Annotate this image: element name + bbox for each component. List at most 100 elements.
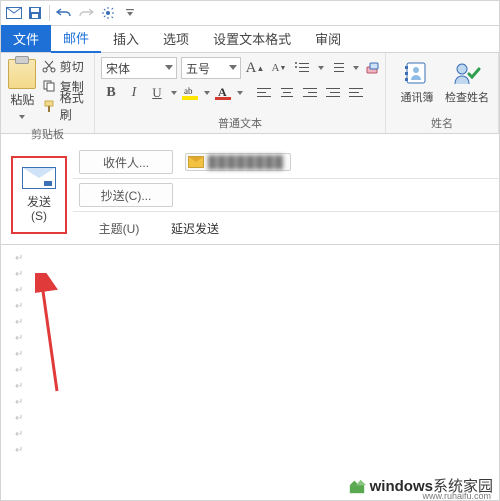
chevron-down-icon[interactable] — [203, 86, 210, 100]
bold-button[interactable]: B — [101, 83, 121, 103]
format-painter-icon — [42, 99, 56, 113]
undo-icon[interactable] — [54, 3, 74, 23]
eraser-icon — [365, 61, 381, 75]
align-center-icon — [280, 86, 296, 100]
envelope-send-icon — [22, 167, 56, 189]
paragraph-mark: ↵ — [15, 347, 485, 363]
mail-body[interactable]: ↵ ↵ ↵ ↵ ↵ ↵ ↵ ↵ ↵ ↵ ↵ ↵ ↵ — [1, 245, 499, 477]
paragraph-mark: ↵ — [15, 299, 485, 315]
tab-options[interactable]: 选项 — [151, 25, 201, 52]
group-clipboard: 粘贴 剪切 复制 — [1, 53, 95, 133]
italic-button[interactable]: I — [124, 83, 144, 103]
tab-file[interactable]: 文件 — [1, 25, 51, 52]
clear-formatting-button[interactable] — [363, 58, 383, 78]
font-color-icon — [215, 86, 231, 100]
numbering-icon — [330, 61, 346, 75]
paragraph-mark: ↵ — [15, 251, 485, 267]
paragraph-mark: ↵ — [15, 315, 485, 331]
address-book-label: 通讯簿 — [401, 89, 434, 105]
grow-font-button[interactable]: A▲ — [245, 58, 265, 78]
group-clipboard-label: 剪贴板 — [7, 124, 88, 144]
cut-button[interactable]: 剪切 — [42, 57, 88, 75]
decrease-indent-button[interactable] — [324, 83, 344, 103]
to-field[interactable]: ████████ — [179, 146, 499, 178]
group-names: 通讯簿 检查姓名 姓名 — [386, 53, 499, 133]
to-button[interactable]: 收件人... — [79, 150, 173, 174]
align-left-icon — [257, 86, 273, 100]
format-painter-label: 格式刷 — [60, 89, 88, 123]
paragraph-mark: ↵ — [15, 363, 485, 379]
paragraph-mark: ↵ — [15, 379, 485, 395]
subject-label: 主题(U) — [73, 212, 165, 244]
send-label: 发送(S) — [27, 195, 51, 223]
send-button[interactable]: 发送(S) — [11, 156, 67, 234]
increase-indent-icon — [349, 86, 365, 100]
tab-mail[interactable]: 邮件 — [51, 24, 101, 53]
chevron-down-icon[interactable] — [317, 61, 324, 75]
ribbon: 粘贴 剪切 复制 — [1, 53, 499, 134]
envelope-icon — [188, 156, 204, 168]
paragraph-mark: ↵ — [15, 283, 485, 299]
font-color-button[interactable] — [213, 83, 233, 103]
paragraph-mark: ↵ — [15, 331, 485, 347]
group-names-label: 姓名 — [392, 113, 492, 133]
highlight-icon — [182, 86, 198, 100]
underline-button[interactable]: U — [147, 83, 167, 103]
check-names-label: 检查姓名 — [445, 89, 489, 105]
paste-icon — [8, 59, 36, 89]
cut-label: 剪切 — [60, 58, 84, 75]
watermark-logo-icon — [348, 477, 366, 495]
align-center-button[interactable] — [278, 83, 298, 103]
font-size-combo[interactable]: 五号 — [181, 57, 241, 79]
subject-field[interactable]: 延迟发送 — [165, 212, 499, 244]
chevron-down-icon[interactable] — [236, 86, 243, 100]
watermark-url: www.ruhaifu.com — [422, 491, 491, 501]
chevron-down-icon[interactable] — [170, 86, 177, 100]
mail-header: 发送(S) 收件人... ████████ 抄送(C)... 主题(U) 延迟发… — [1, 146, 499, 245]
customize-qat-icon[interactable] — [120, 3, 140, 23]
align-right-button[interactable] — [301, 83, 321, 103]
decrease-indent-icon — [326, 86, 342, 100]
group-basic-text: 宋体 五号 A▲ A▼ B I U — [95, 53, 386, 133]
chevron-down-icon[interactable] — [352, 61, 359, 75]
quick-access-toolbar — [1, 1, 499, 26]
font-name-value: 宋体 — [106, 60, 130, 77]
address-book-icon — [402, 59, 432, 87]
check-names-icon — [452, 59, 482, 87]
paragraph-mark: ↵ — [15, 267, 485, 283]
app-mail-icon — [5, 4, 23, 22]
recipient-text: ████████ — [208, 155, 284, 169]
group-basic-text-label: 普通文本 — [101, 113, 379, 133]
font-size-value: 五号 — [186, 60, 210, 77]
ribbon-tabs: 文件 邮件 插入 选项 设置文本格式 审阅 — [1, 26, 499, 53]
save-icon[interactable] — [25, 3, 45, 23]
copy-icon — [42, 79, 56, 93]
paragraph-mark: ↵ — [15, 443, 485, 459]
paste-button[interactable]: 粘贴 — [7, 55, 38, 124]
align-right-icon — [303, 86, 319, 100]
paragraph-mark: ↵ — [15, 411, 485, 427]
cc-field[interactable] — [179, 179, 499, 211]
increase-indent-button[interactable] — [347, 83, 367, 103]
tab-review[interactable]: 审阅 — [303, 25, 353, 52]
align-left-button[interactable] — [255, 83, 275, 103]
cc-button[interactable]: 抄送(C)... — [79, 183, 173, 207]
chevron-down-icon — [19, 110, 26, 124]
format-painter-button[interactable]: 格式刷 — [42, 97, 88, 115]
check-names-button[interactable]: 检查姓名 — [442, 55, 492, 105]
bullets-button[interactable] — [293, 58, 313, 78]
address-book-button[interactable]: 通讯簿 — [392, 55, 442, 105]
paragraph-mark: ↵ — [15, 395, 485, 411]
numbering-button[interactable] — [328, 58, 348, 78]
recipient-pill[interactable]: ████████ — [185, 153, 291, 171]
tab-format-text[interactable]: 设置文本格式 — [201, 25, 303, 52]
highlight-button[interactable] — [180, 83, 200, 103]
redo-icon[interactable] — [76, 3, 96, 23]
shrink-font-button[interactable]: A▼ — [269, 58, 289, 78]
tab-insert[interactable]: 插入 — [101, 25, 151, 52]
bullets-icon — [295, 61, 311, 75]
font-name-combo[interactable]: 宋体 — [101, 57, 177, 79]
touch-mode-icon[interactable] — [98, 3, 118, 23]
scissors-icon — [42, 59, 56, 73]
separator — [49, 5, 50, 21]
